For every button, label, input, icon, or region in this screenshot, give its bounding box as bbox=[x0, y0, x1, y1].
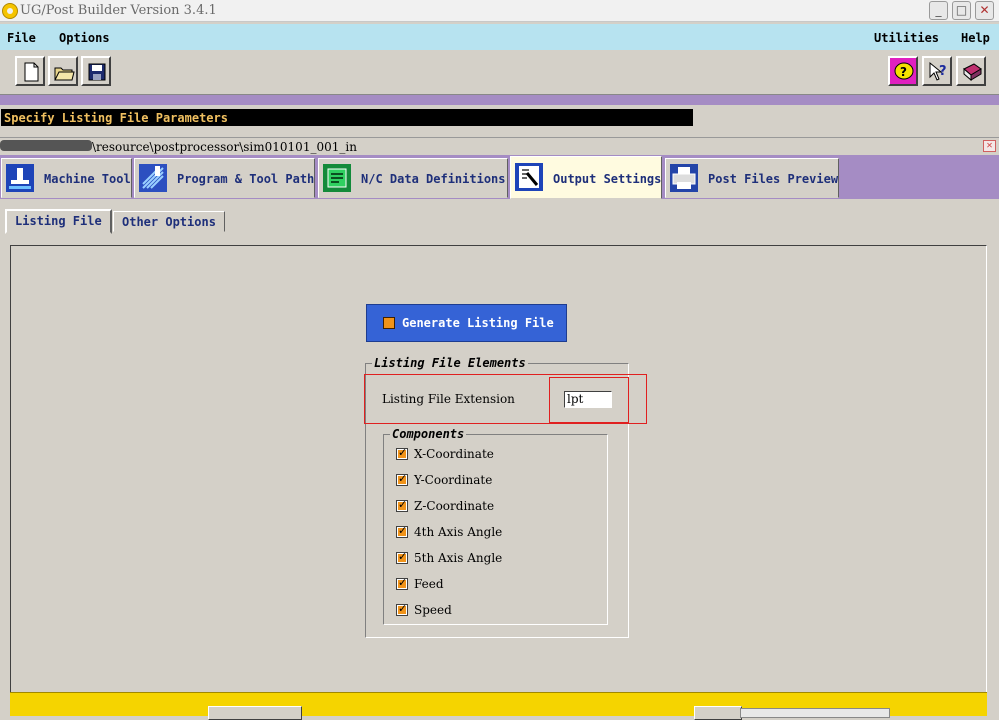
checkbox-x-coordinate[interactable] bbox=[396, 446, 408, 460]
balloon-help-icon: ? bbox=[894, 62, 914, 80]
tab-post-files-preview[interactable]: Post Files Preview bbox=[665, 158, 839, 198]
generate-listing-checkbox[interactable] bbox=[383, 317, 395, 329]
checkbox-feed[interactable] bbox=[396, 576, 408, 590]
subtab-other-options[interactable]: Other Options bbox=[113, 211, 225, 232]
extension-label: Listing File Extension bbox=[382, 392, 515, 406]
checkbox-5th-axis-angle[interactable] bbox=[396, 550, 408, 564]
tab-label: Program & Tool Path bbox=[177, 172, 315, 186]
maximize-button[interactable]: □ bbox=[952, 1, 971, 20]
tab-label: Output Settings bbox=[553, 172, 662, 186]
save-button[interactable] bbox=[81, 56, 111, 86]
restore-button[interactable] bbox=[694, 706, 742, 720]
component-label: 4th Axis Angle bbox=[414, 525, 503, 539]
context-help-icon: ? bbox=[929, 61, 947, 81]
window-title: UG/Post Builder Version 3.4.1 bbox=[20, 3, 217, 18]
minimize-button[interactable]: _ bbox=[929, 1, 948, 20]
open-folder-icon bbox=[54, 67, 75, 81]
tab-label: N/C Data Definitions bbox=[361, 172, 506, 186]
user-manual-button[interactable] bbox=[956, 56, 986, 86]
generate-listing-label: Generate Listing File bbox=[402, 316, 554, 330]
checkbox-z-coordinate[interactable] bbox=[396, 498, 408, 512]
component-label: 5th Axis Angle bbox=[414, 551, 503, 565]
svg-text:?: ? bbox=[900, 65, 907, 79]
component-label: Y-Coordinate bbox=[414, 473, 493, 487]
menu-help[interactable]: Help bbox=[961, 31, 990, 45]
extension-input[interactable]: lpt bbox=[564, 391, 612, 408]
program-tool-path-icon bbox=[139, 164, 167, 192]
balloon-help-button[interactable]: ? bbox=[888, 56, 918, 86]
component-label: Z-Coordinate bbox=[414, 499, 495, 513]
manual-book-icon bbox=[963, 63, 982, 82]
save-icon bbox=[88, 63, 106, 81]
checkbox-y-coordinate[interactable] bbox=[396, 472, 408, 486]
redacted-path-prefix bbox=[0, 140, 92, 151]
printer-icon bbox=[670, 164, 698, 192]
menu-utilities[interactable]: Utilities bbox=[874, 31, 939, 45]
default-button[interactable] bbox=[208, 706, 302, 720]
checkbox-speed[interactable] bbox=[396, 602, 408, 616]
tab-machine-tool[interactable]: Machine Tool bbox=[1, 158, 132, 198]
checkbox-4th-axis-angle[interactable] bbox=[396, 524, 408, 538]
listing-elements-title: Listing File Elements bbox=[372, 356, 528, 370]
component-label: Speed bbox=[414, 603, 452, 617]
new-file-icon bbox=[24, 62, 39, 82]
tab-nc-data-definitions[interactable]: N/C Data Definitions bbox=[318, 158, 508, 198]
post-file-path: \resource\postprocessor\sim010101_001_in bbox=[92, 140, 357, 154]
nc-data-icon bbox=[323, 164, 351, 192]
divider-band bbox=[0, 95, 999, 105]
tab-label: Machine Tool bbox=[44, 172, 131, 186]
components-title: Components bbox=[390, 427, 467, 441]
app-logo-icon bbox=[2, 3, 18, 19]
machine-tool-icon bbox=[6, 164, 34, 192]
menu-bar bbox=[0, 24, 999, 50]
toolbar bbox=[0, 50, 999, 95]
menu-options[interactable]: Options bbox=[59, 31, 110, 45]
output-settings-icon bbox=[515, 163, 543, 191]
new-file-button[interactable] bbox=[15, 56, 45, 86]
svg-text:?: ? bbox=[939, 64, 947, 79]
status-message: Specify Listing File Parameters bbox=[1, 109, 693, 126]
context-help-button[interactable]: ? bbox=[922, 56, 952, 86]
tab-label: Post Files Preview bbox=[708, 172, 839, 186]
open-file-button[interactable] bbox=[48, 56, 78, 86]
subtab-listing-file[interactable]: Listing File bbox=[5, 209, 112, 234]
tab-output-settings[interactable]: Output Settings bbox=[510, 156, 662, 199]
component-label: Feed bbox=[414, 577, 444, 591]
close-post-button[interactable]: ✕ bbox=[983, 140, 996, 152]
menu-file[interactable]: File bbox=[7, 31, 36, 45]
component-label: X-Coordinate bbox=[414, 447, 494, 461]
close-window-button[interactable]: ✕ bbox=[975, 1, 994, 20]
ime-toolbar bbox=[740, 708, 890, 718]
tab-program-tool-path[interactable]: Program & Tool Path bbox=[134, 158, 315, 198]
